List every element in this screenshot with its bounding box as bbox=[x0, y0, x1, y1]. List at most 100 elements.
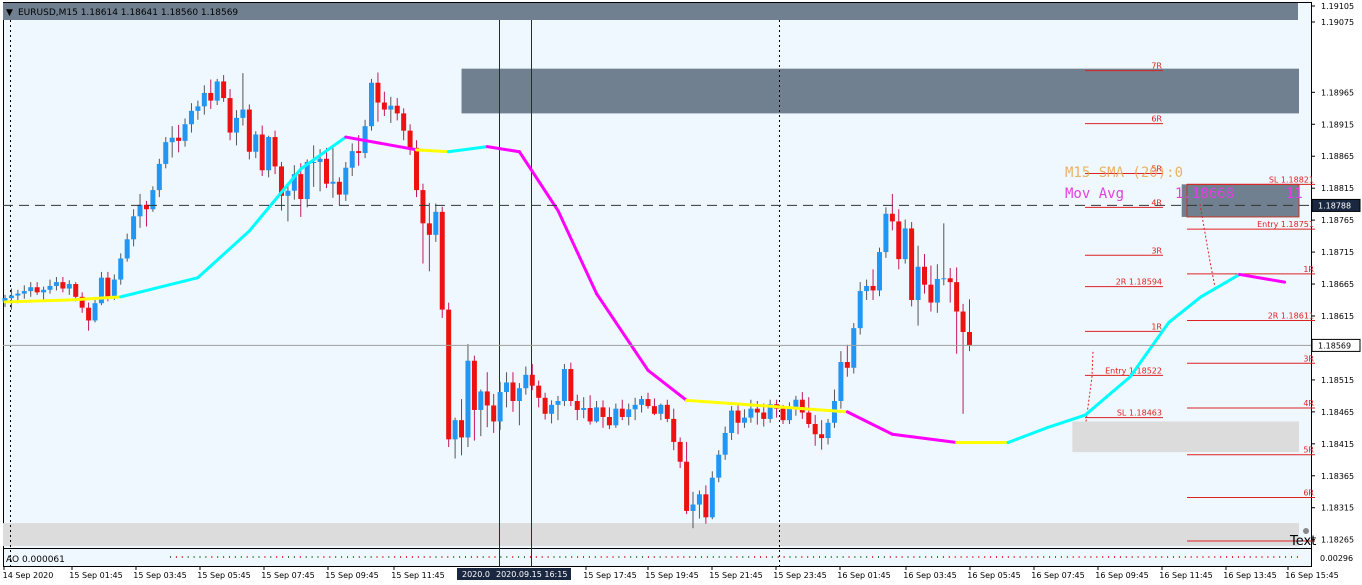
ao-bar bbox=[234, 556, 236, 558]
price-tick-label: 1.18715 bbox=[1321, 248, 1354, 257]
ao-bar bbox=[270, 556, 272, 558]
ao-bar bbox=[500, 556, 502, 558]
candle-bear bbox=[73, 284, 79, 297]
ao-bar bbox=[937, 556, 938, 558]
ao-bar bbox=[181, 556, 183, 558]
ao-bar bbox=[565, 556, 567, 558]
ao-bar bbox=[258, 556, 260, 558]
ao-bar bbox=[942, 556, 944, 558]
candle-bear bbox=[600, 407, 606, 417]
text-object-label[interactable]: Text bbox=[1289, 534, 1316, 549]
time-tick-label: 16 Sep 03:45 bbox=[903, 571, 956, 580]
candle-bear bbox=[677, 441, 683, 462]
ao-bar bbox=[364, 556, 366, 558]
ao-bar bbox=[1161, 556, 1163, 558]
candle-bear bbox=[587, 408, 593, 422]
ao-bar bbox=[706, 556, 708, 558]
ao-bar bbox=[553, 556, 555, 558]
ao-bar bbox=[866, 556, 868, 558]
price-tick-label: 1.18765 bbox=[1321, 216, 1354, 225]
ao-bar bbox=[476, 556, 478, 558]
ao-bar bbox=[1031, 556, 1033, 558]
candle-bull bbox=[253, 134, 259, 152]
ao-bar bbox=[1237, 556, 1239, 558]
ao-bar bbox=[1149, 556, 1151, 558]
candle-bull bbox=[902, 228, 908, 260]
candle-bear bbox=[426, 223, 432, 235]
ao-bar bbox=[1190, 556, 1192, 558]
ao-bar bbox=[187, 556, 189, 558]
ao-bar bbox=[624, 556, 626, 558]
chevron-down-icon[interactable]: ▼ bbox=[6, 8, 13, 18]
time-tick-label: 15 Sep 17:45 bbox=[583, 571, 636, 580]
ao-bar bbox=[1019, 556, 1021, 558]
candle-bear bbox=[356, 151, 362, 154]
candle-bull bbox=[786, 408, 792, 421]
ao-bar bbox=[712, 556, 714, 558]
candle-bear bbox=[645, 399, 651, 407]
ao-bar bbox=[1090, 556, 1092, 558]
trading-chart[interactable]: 7R6R5R4R3R2R 1.185941REntry 1.18522SL 1.… bbox=[0, 0, 1362, 585]
candle-bull bbox=[124, 239, 130, 259]
risk-level-label: Entry 1.18751 bbox=[1257, 220, 1314, 229]
ao-bar bbox=[323, 556, 325, 558]
ao-bar bbox=[931, 556, 933, 558]
candle-bear bbox=[780, 408, 786, 421]
candle-bear bbox=[401, 113, 407, 131]
ao-bar bbox=[199, 556, 201, 558]
candle-bear bbox=[960, 311, 966, 332]
ao-bar bbox=[742, 556, 744, 558]
candle-bull bbox=[163, 142, 169, 164]
candle-bull bbox=[150, 190, 156, 210]
ao-bar bbox=[689, 556, 691, 558]
candle-bull bbox=[581, 408, 587, 410]
candle-bear bbox=[619, 408, 625, 417]
ao-bar bbox=[730, 556, 732, 558]
candle-bear bbox=[414, 147, 420, 191]
risk-level-label: 1R bbox=[1303, 265, 1314, 274]
candle-bear bbox=[819, 434, 825, 439]
ao-bar bbox=[1226, 556, 1228, 558]
ao-bar bbox=[411, 556, 413, 558]
ao-bar bbox=[193, 556, 195, 558]
ao-bar bbox=[1285, 556, 1287, 558]
ao-bar bbox=[701, 556, 702, 558]
candle-bull bbox=[696, 494, 702, 505]
price-tick-label: 1.18615 bbox=[1321, 312, 1354, 321]
candle-bear bbox=[491, 405, 497, 422]
ao-bar bbox=[1255, 556, 1257, 558]
candle-bear bbox=[34, 287, 40, 293]
ao-bar bbox=[571, 556, 573, 558]
candle-bear bbox=[246, 109, 252, 152]
candle-bear bbox=[439, 211, 445, 310]
ao-bar bbox=[777, 556, 779, 558]
candle-bull bbox=[857, 291, 863, 329]
candle-bear bbox=[542, 397, 548, 414]
ao-bar bbox=[677, 556, 679, 558]
ao-bar bbox=[1137, 556, 1139, 558]
ao-bar bbox=[205, 556, 207, 558]
ao-bar bbox=[311, 556, 313, 558]
candle-bear bbox=[407, 130, 413, 148]
ao-bar bbox=[1249, 556, 1251, 558]
ao-bar bbox=[901, 556, 903, 558]
candle-bull bbox=[690, 504, 696, 511]
candle-bear bbox=[484, 391, 490, 406]
time-tick-label: 15 Sep 03:45 bbox=[133, 571, 186, 580]
ao-bar bbox=[872, 556, 874, 558]
candle-bear bbox=[967, 331, 972, 346]
ao-bar bbox=[388, 556, 390, 558]
ao-bar bbox=[305, 556, 307, 558]
candle-bear bbox=[459, 420, 465, 438]
candle-bear bbox=[606, 416, 612, 426]
candle-bear bbox=[381, 102, 387, 110]
price-tick-label: 1.18315 bbox=[1321, 504, 1354, 513]
ao-bar bbox=[535, 556, 537, 558]
ao-bar bbox=[783, 556, 785, 558]
candle-bear bbox=[844, 362, 850, 368]
ao-bar bbox=[465, 556, 466, 558]
candle-bull bbox=[561, 369, 567, 402]
ao-bar bbox=[1143, 556, 1145, 558]
candle-bull bbox=[201, 92, 207, 107]
candle-bull bbox=[388, 105, 394, 110]
